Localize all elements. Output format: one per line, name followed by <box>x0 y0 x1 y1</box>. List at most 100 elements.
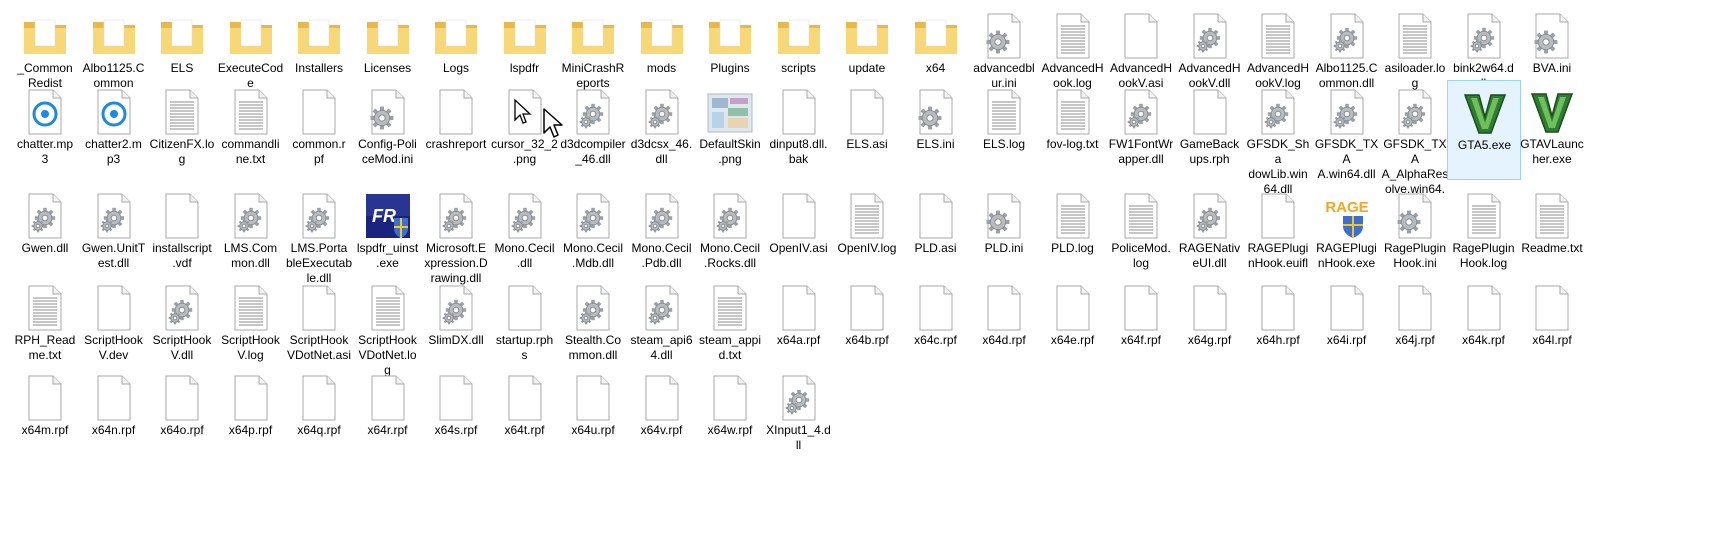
blank-file-icon <box>90 284 138 332</box>
file-item[interactable]: dinput8.dll. bak <box>762 80 836 180</box>
file-item[interactable]: steam_api6 4.dll <box>625 276 699 376</box>
file-item[interactable]: d3dcsx_46. dll <box>625 80 699 180</box>
file-item[interactable]: x64m.rpf <box>8 366 82 466</box>
file-name-label: ScriptHook V.log <box>221 333 280 362</box>
file-item[interactable]: SlimDX.dll <box>419 276 493 376</box>
file-item[interactable]: GFSDK_TXA A_AlphaRes olve.win64. dll <box>1378 80 1452 211</box>
file-item[interactable]: cursor_32_2 .png <box>488 80 562 180</box>
dll-file-icon <box>775 374 823 422</box>
file-item[interactable]: RagePlugin Hook.log <box>1447 184 1521 284</box>
file-item[interactable]: OpenIV.log <box>830 184 904 284</box>
file-item[interactable]: Gwen.UnitT est.dll <box>77 184 151 284</box>
file-item[interactable]: Microsoft.E xpression.D rawing.dll <box>419 184 493 285</box>
blank-file-icon <box>706 374 754 422</box>
file-item[interactable]: x64u.rpf <box>556 366 630 466</box>
file-item[interactable]: x64l.rpf <box>1515 276 1589 376</box>
file-item[interactable]: x64t.rpf <box>488 366 562 466</box>
folder-icon <box>432 12 480 60</box>
audio-file-icon <box>90 88 138 136</box>
file-item[interactable]: RPH_Read me.txt <box>8 276 82 376</box>
file-item[interactable]: x64j.rpf <box>1378 276 1452 376</box>
file-item[interactable]: x64c.rpf <box>899 276 973 376</box>
file-item[interactable]: Mono.Cecil .Mdb.dll <box>556 184 630 284</box>
file-item[interactable]: x64q.rpf <box>282 366 356 466</box>
file-item[interactable]: PLD.asi <box>899 184 973 284</box>
file-item[interactable]: Gwen.dll <box>8 184 82 284</box>
file-item[interactable]: XInput1_4.d ll <box>762 366 836 466</box>
file-item[interactable]: ScriptHook V.dev <box>77 276 151 376</box>
file-item[interactable]: Mono.Cecil .Pdb.dll <box>625 184 699 284</box>
file-item[interactable]: ELS.ini <box>899 80 973 180</box>
file-item[interactable]: x64k.rpf <box>1447 276 1521 376</box>
file-name-label: Mono.Cecil .Mdb.dll <box>562 241 624 270</box>
file-item[interactable]: fov-log.txt <box>1036 80 1110 180</box>
file-item[interactable]: Mono.Cecil .dll <box>488 184 562 284</box>
file-item[interactable]: x64v.rpf <box>625 366 699 466</box>
file-item[interactable]: LMS.Com mon.dll <box>214 184 288 284</box>
file-item[interactable]: RAGE RAGEPlugi nHook.exe <box>1310 184 1384 284</box>
file-item[interactable]: CitizenFX.lo g <box>145 80 219 180</box>
file-item[interactable]: FW1FontWr apper.dll <box>1104 80 1178 180</box>
file-item[interactable]: ELS.asi <box>830 80 904 180</box>
file-item[interactable]: x64g.rpf <box>1173 276 1247 376</box>
file-item[interactable]: common.r pf <box>282 80 356 180</box>
file-item[interactable]: PoliceMod. log <box>1104 184 1178 284</box>
blank-file-icon <box>1186 284 1234 332</box>
file-item[interactable]: OpenIV.asi <box>762 184 836 284</box>
text-file-icon <box>1049 192 1097 240</box>
file-item[interactable]: Mono.Cecil .Rocks.dll <box>693 184 767 284</box>
file-item[interactable]: GameBack ups.rph <box>1173 80 1247 180</box>
file-item[interactable]: commandli ne.txt <box>214 80 288 180</box>
file-item[interactable]: x64w.rpf <box>693 366 767 466</box>
file-item[interactable]: RAGENativ eUI.dll <box>1173 184 1247 284</box>
file-item[interactable]: ScriptHook VDotNet.asi <box>282 276 356 376</box>
file-item[interactable]: d3dcompiler _46.dll <box>556 80 630 180</box>
file-name-label: Licenses <box>363 61 412 75</box>
file-item[interactable]: steam_appi d.txt <box>693 276 767 376</box>
file-item[interactable]: chatter.mp 3 <box>8 80 82 180</box>
file-item[interactable]: x64b.rpf <box>830 276 904 376</box>
file-item[interactable]: x64o.rpf <box>145 366 219 466</box>
file-item[interactable]: PLD.ini <box>967 184 1041 284</box>
svg-text:RAGE: RAGE <box>1325 199 1368 216</box>
file-item[interactable]: x64i.rpf <box>1310 276 1384 376</box>
file-item[interactable]: GTAVLaunc her.exe <box>1515 80 1589 180</box>
file-item[interactable]: chatter2.m p3 <box>77 80 151 180</box>
file-item[interactable]: Readme.txt <box>1515 184 1589 284</box>
file-item[interactable]: FR lspdfr_uinst .exe <box>351 184 425 284</box>
file-item[interactable]: x64n.rpf <box>77 366 151 466</box>
file-item[interactable]: LMS.Porta bleExecutab le.dll <box>282 184 356 285</box>
file-name-label: Mono.Cecil .dll <box>494 241 555 270</box>
file-item[interactable]: ScriptHook VDotNet.lo g <box>351 276 425 377</box>
dll-file-icon <box>90 192 138 240</box>
file-name-label: PLD.asi <box>914 241 957 255</box>
file-item[interactable]: Stealth.Co mmon.dll <box>556 276 630 376</box>
file-item[interactable]: startup.rph s <box>488 276 562 376</box>
file-item[interactable]: Config-Poli ceMod.ini <box>351 80 425 180</box>
file-item[interactable]: RAGEPlugi nHook.euifl <box>1241 184 1315 284</box>
file-item[interactable]: x64p.rpf <box>214 366 288 466</box>
file-item[interactable]: PLD.log <box>1036 184 1110 284</box>
file-item[interactable]: ScriptHook V.dll <box>145 276 219 376</box>
file-item[interactable]: x64s.rpf <box>419 366 493 466</box>
settings-file-icon <box>912 88 960 136</box>
file-item[interactable]: GTA5.exe <box>1446 80 1521 180</box>
file-item[interactable]: x64h.rpf <box>1241 276 1315 376</box>
file-item[interactable]: crashreport <box>419 80 493 180</box>
file-item[interactable]: x64a.rpf <box>762 276 836 376</box>
file-item[interactable]: ELS.log <box>967 80 1041 180</box>
dll-file-icon <box>1323 88 1371 136</box>
file-item[interactable]: x64d.rpf <box>967 276 1041 376</box>
file-item[interactable]: GFSDK_Sha dowLib.win 64.dll <box>1241 80 1315 196</box>
file-item[interactable]: installscript .vdf <box>145 184 219 284</box>
blank-file-icon <box>295 284 343 332</box>
file-item[interactable]: x64r.rpf <box>351 366 425 466</box>
file-item[interactable]: DefaultSkin .png <box>693 80 767 180</box>
text-file-icon <box>980 88 1028 136</box>
file-item[interactable]: RagePlugin Hook.ini <box>1378 184 1452 284</box>
file-item[interactable]: GFSDK_TXA A.win64.dll <box>1310 80 1384 181</box>
file-name-label: x64v.rpf <box>640 423 683 437</box>
file-item[interactable]: ScriptHook V.log <box>214 276 288 376</box>
file-item[interactable]: x64e.rpf <box>1036 276 1110 376</box>
file-item[interactable]: x64f.rpf <box>1104 276 1178 376</box>
